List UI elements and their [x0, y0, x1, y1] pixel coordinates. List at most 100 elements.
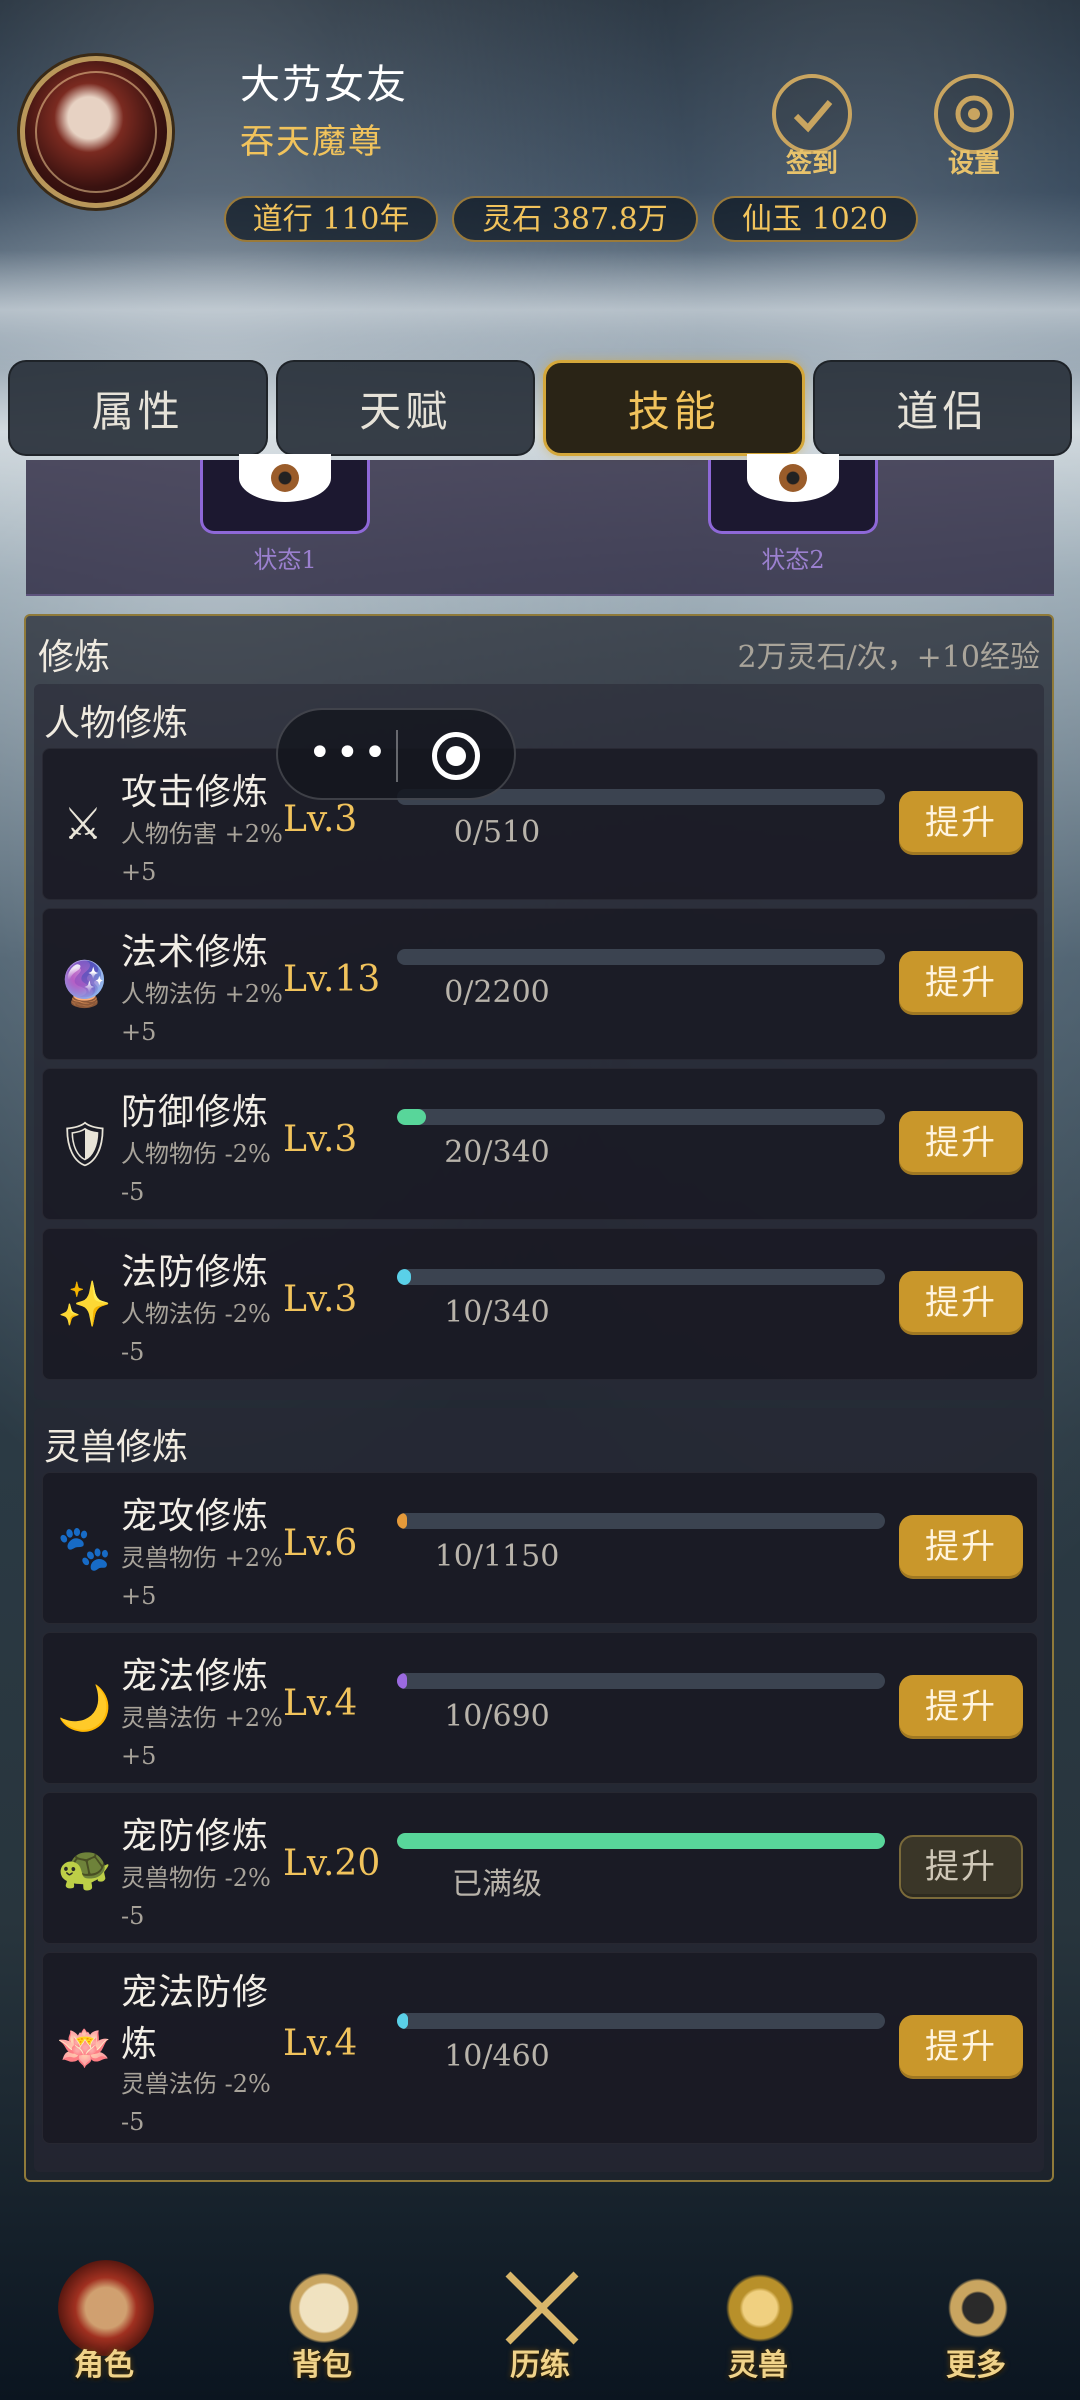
progress-fill	[397, 1109, 426, 1125]
stat-lingshi: 灵石 387.8万	[452, 196, 698, 242]
bottom-nav: 角色 背包 历练 灵兽 更多	[0, 2230, 1080, 2400]
checkin-button[interactable]: 签到	[756, 68, 868, 180]
cultivation-desc: 灵兽法伤 +2% +5	[121, 1699, 291, 1775]
nav-beast[interactable]: 灵兽	[688, 2230, 828, 2390]
cultivation-name: 攻击修炼	[121, 772, 270, 813]
progress-text: 10/340	[444, 1295, 550, 1330]
progress-text: 0/2200	[444, 975, 550, 1010]
cultivation-level: Lv.3	[283, 799, 358, 840]
status-panel: 状态1 状态2	[26, 454, 1054, 596]
close-miniprogram-icon[interactable]	[432, 732, 480, 780]
gear-icon	[934, 74, 1014, 154]
lotus-icon: 🪷	[57, 2023, 112, 2074]
cultivation-desc: 灵兽法伤 -2% -5	[121, 2065, 291, 2141]
cultivation-bonus: -5	[121, 2108, 145, 2136]
status1-label: 状态1	[253, 546, 317, 574]
progress-text: 20/340	[444, 1135, 550, 1170]
progress-fill	[397, 2013, 408, 2029]
progress-bar	[397, 1269, 885, 1285]
progress-text: 0/510	[453, 815, 541, 850]
cultivation-row: 🌙 宠法修炼 灵兽法伤 +2% +5 Lv.4 10/690 提升	[42, 1632, 1038, 1784]
character-section: 人物修炼 ⚔ 攻击修炼 人物伤害 +2% +5 Lv.3 0/510 提升 🔮 法术修炼 人物法伤…	[34, 684, 1044, 1400]
progress-fill	[397, 1513, 407, 1529]
cultivation-title: 修炼	[38, 637, 111, 678]
progress-bar	[397, 1109, 885, 1125]
crystal-ball-icon: 🔮	[57, 959, 112, 1010]
progress-text: 10/1150	[434, 1539, 560, 1574]
avatar[interactable]	[20, 56, 172, 208]
more-menu-icon[interactable]: •••	[308, 733, 408, 776]
nav-bag-label: 背包	[292, 2348, 352, 2383]
checkmark-icon	[772, 74, 852, 154]
sparkles-icon: ✨	[57, 1279, 112, 1330]
upgrade-button[interactable]: 提升	[899, 951, 1023, 1015]
cultivation-effect: 人物物伤 -2%	[121, 1140, 271, 1168]
cultivation-effect: 灵兽法伤 -2%	[121, 2070, 271, 2098]
cultivation-effect: 人物法伤 +2%	[121, 980, 283, 1008]
nav-training[interactable]: 历练	[470, 2230, 610, 2390]
cultivation-level: Lv.3	[283, 1279, 358, 1320]
cultivation-bonus: -5	[121, 1178, 145, 1206]
status1-eye-icon[interactable]	[200, 454, 370, 534]
tab-attributes[interactable]: 属性	[8, 360, 268, 456]
nav-character-label: 角色	[74, 2348, 134, 2383]
cultivation-effect: 人物伤害 +2%	[121, 820, 283, 848]
tab-skills[interactable]: 技能	[543, 360, 805, 456]
nav-more[interactable]: 更多	[906, 2230, 1046, 2390]
background-mist	[0, 250, 1080, 370]
settings-button[interactable]: 设置	[918, 68, 1030, 180]
cultivation-effect: 灵兽物伤 +2%	[121, 1544, 283, 1572]
nav-character[interactable]: 角色	[34, 2230, 174, 2390]
cultivation-effect: 人物法伤 -2%	[121, 1300, 271, 1328]
upgrade-button[interactable]: 提升	[899, 1271, 1023, 1335]
cultivation-effect: 灵兽法伤 +2%	[121, 1704, 283, 1732]
swords-icon: ⚔	[63, 799, 103, 850]
cultivation-desc: 灵兽物伤 -2% -5	[121, 1859, 291, 1935]
cultivation-bonus: +5	[121, 1742, 157, 1770]
cultivation-bonus: -5	[121, 1338, 145, 1366]
upgrade-button[interactable]: 提升	[899, 791, 1023, 855]
cultivation-name: 宠防修炼	[121, 1816, 270, 1857]
cultivation-desc: 人物法伤 -2% -5	[121, 1295, 291, 1371]
upgrade-button[interactable]: 提升	[899, 2015, 1023, 2079]
status2-eye-icon[interactable]	[708, 454, 878, 534]
cultivation-name: 宠法修炼	[121, 1656, 270, 1697]
nav-bag[interactable]: 背包	[252, 2230, 392, 2390]
cultivation-desc: 人物伤害 +2% +5	[121, 815, 291, 891]
cultivation-row: 🛡 防御修炼 人物物伤 -2% -5 Lv.3 20/340 提升	[42, 1068, 1038, 1220]
settings-label: 设置	[947, 149, 1000, 179]
stat-daoxing: 道行 110年	[224, 196, 438, 242]
upgrade-button[interactable]: 提升	[899, 1835, 1023, 1899]
tab-talent[interactable]: 天赋	[275, 360, 535, 456]
turtle-icon: 🐢	[57, 1843, 112, 1894]
cultivation-level: Lv.3	[283, 1119, 358, 1160]
stat-xianyu: 仙玉 1020	[712, 196, 918, 242]
upgrade-button[interactable]: 提升	[899, 1515, 1023, 1579]
cultivation-name: 宠法防修炼	[121, 1972, 270, 2065]
cultivation-level: Lv.4	[283, 2023, 358, 2064]
checkin-label: 签到	[785, 149, 838, 179]
nav-training-label: 历练	[510, 2348, 570, 2383]
cultivation-level: Lv.6	[283, 1523, 358, 1564]
cultivation-row: ✨ 法防修炼 人物法伤 -2% -5 Lv.3 10/340 提升	[42, 1228, 1038, 1380]
progress-bar	[397, 949, 885, 965]
progress-bar	[397, 1513, 885, 1529]
tab-companion[interactable]: 道侣	[812, 360, 1072, 456]
cultivation-row: 🪷 宠法防修炼灵兽法伤 -2% -5 Lv.4 10/460 提升	[42, 1952, 1038, 2144]
progress-fill	[397, 1673, 407, 1689]
paw-icon: 🐾	[57, 1523, 112, 1574]
upgrade-button[interactable]: 提升	[899, 1675, 1023, 1739]
cultivation-row: 🐾 宠攻修炼 灵兽物伤 +2% +5 Lv.6 10/1150 提升	[42, 1472, 1038, 1624]
cultivation-row: 🐢 宠防修炼 灵兽物伤 -2% -5 Lv.20 已满级 提升	[42, 1792, 1038, 1944]
cultivation-cost: 2万灵石/次，+10经验	[737, 640, 1040, 675]
progress-fill	[397, 1833, 885, 1849]
cultivation-bonus: +5	[121, 858, 157, 886]
character-section-title: 人物修炼	[44, 703, 189, 744]
cultivation-bonus: +5	[121, 1582, 157, 1610]
upgrade-button[interactable]: 提升	[899, 1111, 1023, 1175]
cultivation-level: Lv.20	[283, 1843, 381, 1884]
progress-text: 10/460	[444, 2039, 550, 2074]
cultivation-desc: 人物法伤 +2% +5	[121, 975, 291, 1051]
player-name: 大艿女友	[240, 62, 408, 108]
pet-section-title: 灵兽修炼	[44, 1427, 189, 1468]
